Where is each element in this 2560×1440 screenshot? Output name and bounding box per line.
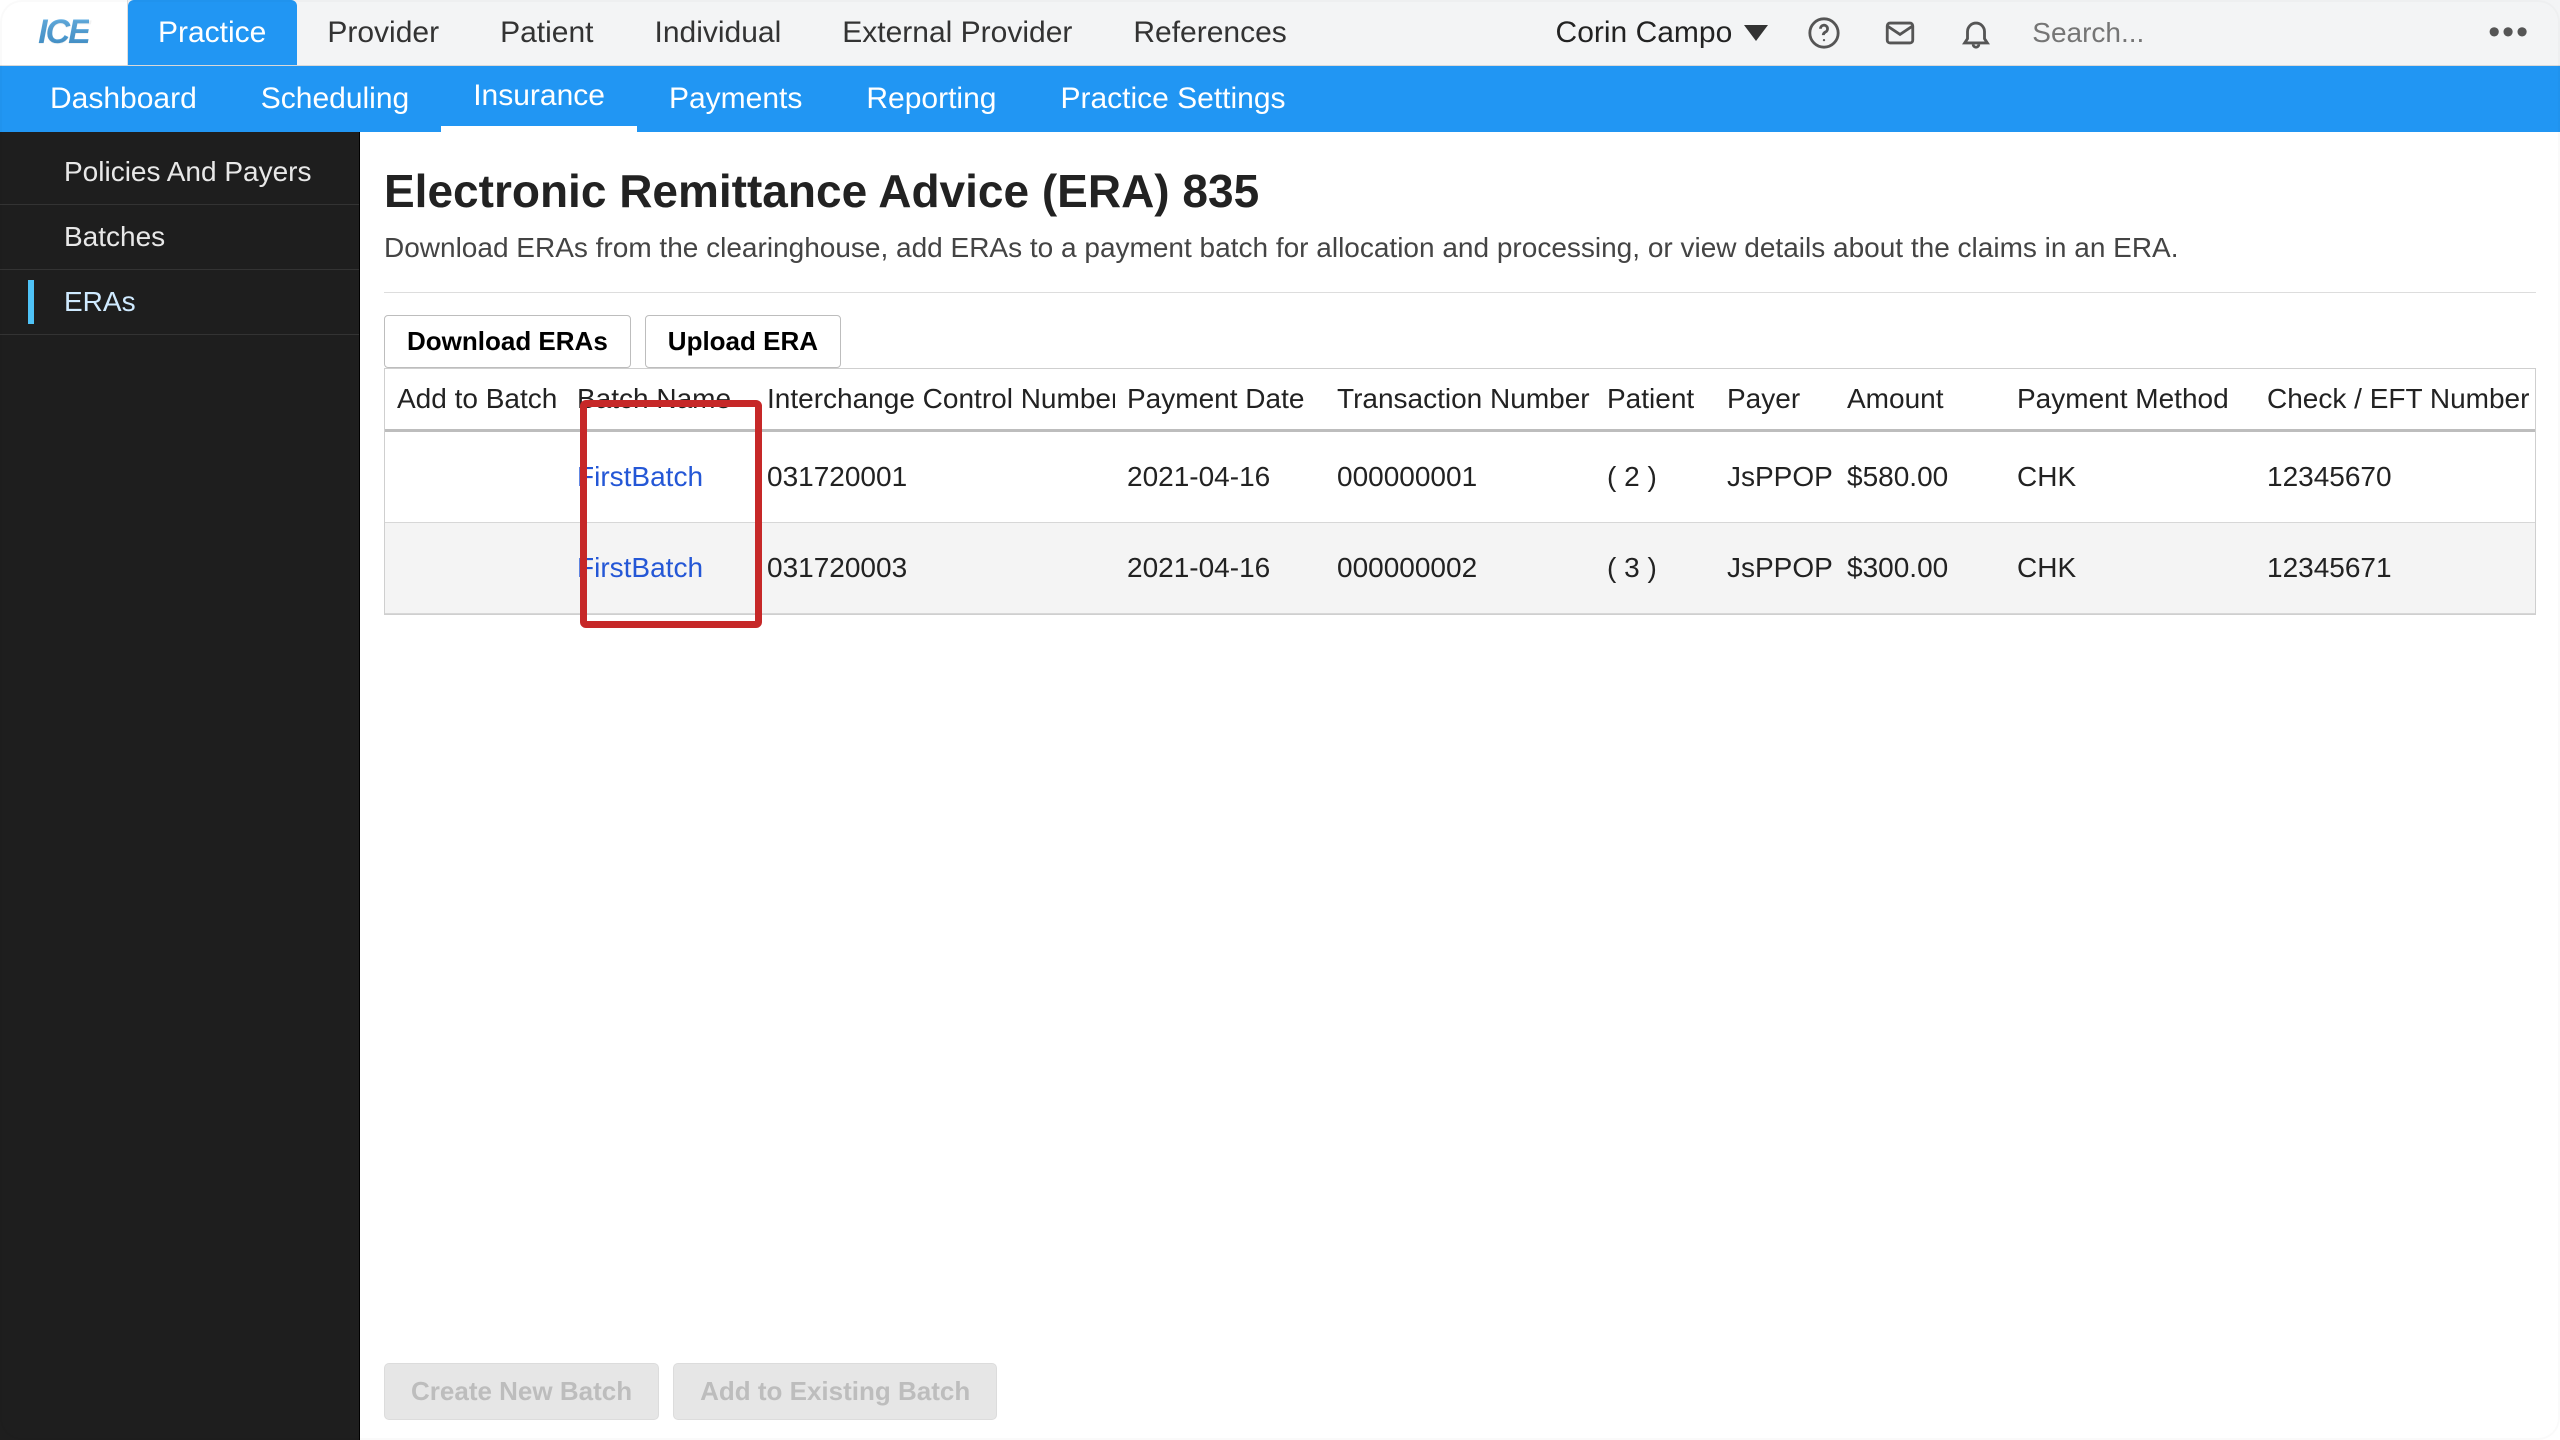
tab-label: Provider (327, 16, 439, 50)
nav-practice-settings[interactable]: Practice Settings (1028, 66, 1317, 132)
sidebar-item-batches[interactable]: Batches (0, 205, 359, 270)
cell-add-to-batch[interactable] (385, 431, 565, 523)
tab-label: Practice (158, 16, 266, 50)
download-eras-button[interactable]: Download ERAs (384, 315, 631, 368)
content-layout: Policies And Payers Batches ERAs Electro… (0, 132, 2560, 1440)
cell-txn: 000000002 (1325, 523, 1595, 614)
sidebar-item-label: Batches (64, 221, 165, 252)
more-menu-icon[interactable]: ••• (2488, 13, 2530, 52)
batch-name-link[interactable]: FirstBatch (577, 461, 703, 492)
main-content: Electronic Remittance Advice (ERA) 835 D… (360, 132, 2560, 1440)
tab-provider[interactable]: Provider (297, 0, 470, 65)
nav-label: Payments (669, 82, 802, 116)
app-logo: ICE (0, 0, 128, 65)
search-input[interactable] (2032, 11, 2452, 55)
cell-payer: JsPPOP (1715, 431, 1835, 523)
mail-icon[interactable] (1880, 13, 1920, 53)
col-check-eft[interactable]: Check / EFT Number (2255, 369, 2536, 431)
page-description: Download ERAs from the clearinghouse, ad… (384, 232, 2536, 264)
divider (384, 292, 2536, 293)
nav-reporting[interactable]: Reporting (834, 66, 1028, 132)
cell-icn: 031720001 (755, 431, 1115, 523)
help-icon[interactable] (1804, 13, 1844, 53)
cell-check: 12345671 (2255, 523, 2536, 614)
cell-patient: ( 2 ) (1595, 431, 1715, 523)
sidebar-item-eras[interactable]: ERAs (0, 270, 359, 335)
col-payment-date[interactable]: Payment Date (1115, 369, 1325, 431)
col-icn[interactable]: Interchange Control Number (755, 369, 1115, 431)
nav-label: Dashboard (50, 82, 197, 116)
add-to-existing-batch-button: Add to Existing Batch (673, 1363, 997, 1420)
nav-label: Scheduling (261, 82, 409, 116)
top-toolbar: ICE Practice Provider Patient Individual… (0, 0, 2560, 66)
user-name: Corin Campo (1556, 16, 1733, 50)
cell-payment-method: CHK (2005, 431, 2255, 523)
nav-label: Insurance (473, 79, 605, 113)
era-table: Add to Batch Batch Name Interchange Cont… (384, 368, 2536, 615)
nav-label: Reporting (866, 82, 996, 116)
col-amount[interactable]: Amount (1835, 369, 2005, 431)
col-payment-method[interactable]: Payment Method (2005, 369, 2255, 431)
upload-era-button[interactable]: Upload ERA (645, 315, 841, 368)
cell-txn: 000000001 (1325, 431, 1595, 523)
nav-insurance[interactable]: Insurance (441, 66, 637, 132)
table-toolbar: Download ERAs Upload ERA (384, 315, 2536, 368)
caret-down-icon (1744, 25, 1768, 41)
nav-payments[interactable]: Payments (637, 66, 834, 132)
tab-individual[interactable]: Individual (625, 0, 813, 65)
tab-external-provider[interactable]: External Provider (812, 0, 1103, 65)
cell-amount: $580.00 (1835, 431, 2005, 523)
table-row: FirstBatch 031720003 2021-04-16 00000000… (385, 523, 2536, 614)
nav-dashboard[interactable]: Dashboard (18, 66, 229, 132)
cell-payer: JsPPOP (1715, 523, 1835, 614)
cell-payment-date: 2021-04-16 (1115, 431, 1325, 523)
tab-practice[interactable]: Practice (128, 0, 297, 65)
cell-icn: 031720003 (755, 523, 1115, 614)
page-title: Electronic Remittance Advice (ERA) 835 (384, 164, 2536, 218)
footer-actions: Create New Batch Add to Existing Batch (384, 1363, 997, 1420)
app-logo-text: ICE (38, 13, 89, 52)
sidebar-item-label: Policies And Payers (64, 156, 311, 187)
top-right-tools: Corin Campo ••• (1556, 0, 2560, 65)
sidebar: Policies And Payers Batches ERAs (0, 132, 360, 1440)
sidebar-item-policies-payers[interactable]: Policies And Payers (0, 140, 359, 205)
tab-patient[interactable]: Patient (470, 0, 624, 65)
tab-label: References (1133, 16, 1286, 50)
col-batch-name[interactable]: Batch Name (565, 369, 755, 431)
nav-label: Practice Settings (1060, 82, 1285, 116)
col-transaction-number[interactable]: Transaction Number (1325, 369, 1595, 431)
bell-icon[interactable] (1956, 13, 1996, 53)
col-patient[interactable]: Patient (1595, 369, 1715, 431)
primary-tabs: Practice Provider Patient Individual Ext… (128, 0, 1318, 65)
nav-scheduling[interactable]: Scheduling (229, 66, 441, 132)
cell-patient: ( 3 ) (1595, 523, 1715, 614)
tab-label: External Provider (842, 16, 1072, 50)
cell-check: 12345670 (2255, 431, 2536, 523)
table-row: FirstBatch 031720001 2021-04-16 00000000… (385, 431, 2536, 523)
sidebar-item-label: ERAs (64, 286, 136, 317)
user-menu[interactable]: Corin Campo (1556, 16, 1769, 50)
cell-add-to-batch[interactable] (385, 523, 565, 614)
cell-amount: $300.00 (1835, 523, 2005, 614)
batch-name-link[interactable]: FirstBatch (577, 552, 703, 583)
col-payer[interactable]: Payer (1715, 369, 1835, 431)
secondary-nav: Dashboard Scheduling Insurance Payments … (0, 66, 2560, 132)
cell-payment-method: CHK (2005, 523, 2255, 614)
tab-references[interactable]: References (1103, 0, 1317, 65)
table-header-row: Add to Batch Batch Name Interchange Cont… (385, 369, 2536, 431)
tab-label: Individual (655, 16, 782, 50)
tab-label: Patient (500, 16, 593, 50)
cell-payment-date: 2021-04-16 (1115, 523, 1325, 614)
col-add-to-batch[interactable]: Add to Batch (385, 369, 565, 431)
create-new-batch-button: Create New Batch (384, 1363, 659, 1420)
